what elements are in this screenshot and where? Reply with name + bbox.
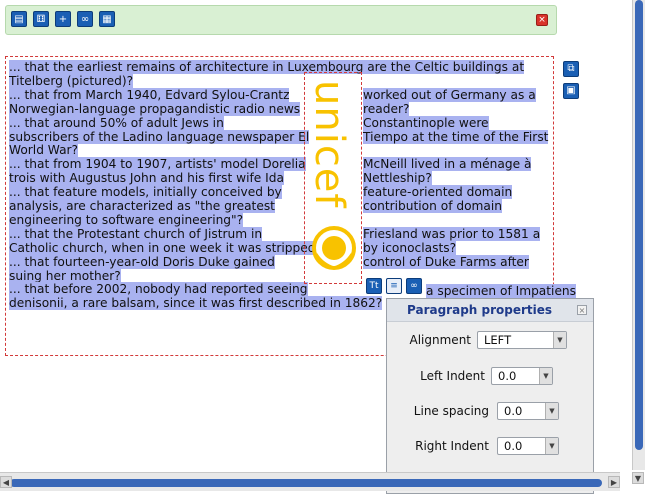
editor-line: Titelberg (pictured)?: [9, 73, 134, 88]
editor-line: ... that from March 1940, Edvard Sylou-C…: [9, 87, 290, 102]
alignment-select[interactable]: LEFT ▼: [477, 331, 567, 349]
editor-line: denisonii, a rare balsam, since it was f…: [9, 296, 383, 311]
dropdown-arrow-icon: ▼: [539, 368, 552, 384]
dice-icon[interactable]: ⚅: [33, 11, 49, 27]
scroll-left-arrow-icon[interactable]: ◀: [0, 476, 12, 488]
link-icon[interactable]: ∞: [77, 11, 93, 27]
text-style-button[interactable]: Tt: [366, 278, 382, 294]
editor-line: contribution of domain: [363, 199, 503, 213]
editor-line: ... that the Protestant church of Jistru…: [9, 226, 263, 241]
editor-line: Tiempo at the time of the First: [363, 129, 549, 144]
line-spacing-select[interactable]: 0.0 ▼: [497, 402, 559, 420]
line-spacing-label: Line spacing: [413, 404, 489, 418]
editor-line: Nettleship?: [363, 171, 432, 186]
editor-line: engineering to software engineering"?: [9, 212, 244, 227]
dropdown-arrow-icon: ▼: [545, 438, 558, 454]
left-indent-select[interactable]: 0.0 ▼: [491, 367, 553, 385]
copy-icon[interactable]: ⧉: [563, 61, 579, 77]
paragraph-button[interactable]: ≡: [386, 278, 402, 294]
left-indent-label: Left Indent: [420, 369, 485, 383]
dropdown-arrow-icon: ▼: [553, 332, 566, 348]
editor-line: trois with Augustus John and his first w…: [9, 171, 284, 186]
top-toolbar: ▤ ⚅ + ∞ ▦ ×: [5, 5, 557, 35]
horizontal-scroll-thumb[interactable]: [10, 479, 602, 487]
unicef-logo: unicef: [306, 80, 352, 209]
paragraph-properties-panel: Paragraph properties × Alignment LEFT ▼ …: [386, 298, 594, 494]
editor-line: ... that fourteen-year-old Doris Duke ga…: [9, 254, 275, 269]
vertical-scrollbar[interactable]: [632, 0, 645, 470]
editor-line: reader?: [363, 101, 410, 116]
editor-line: ... that before 2002, nobody had reporte…: [9, 282, 308, 297]
table-icon[interactable]: ▦: [99, 11, 115, 27]
panel-close-icon[interactable]: ×: [577, 305, 587, 315]
editor-line: ... that from 1904 to 1907, artists' mod…: [9, 157, 306, 172]
close-icon[interactable]: ×: [536, 14, 548, 26]
editor-line: ... that the earliest remains of archite…: [9, 60, 525, 74]
dropdown-arrow-icon: ▼: [545, 403, 558, 419]
editor-line: ... that around 50% of adult Jews in: [9, 115, 224, 130]
panel-title: Paragraph properties: [387, 299, 593, 322]
link-button[interactable]: ∞: [406, 278, 422, 294]
editor-line: Friesland was prior to 1581 a: [363, 226, 541, 241]
editor-line: Constantinople were: [363, 115, 489, 130]
scroll-down-arrow-icon[interactable]: ▼: [632, 472, 644, 484]
editor-line: Catholic church, when in one week it was…: [9, 240, 316, 255]
right-indent-label: Right Indent: [415, 439, 489, 453]
editor-line: subscribers of the Ladino language newsp…: [9, 129, 310, 144]
right-indent-select[interactable]: 0.0 ▼: [497, 437, 559, 455]
editor-line: ... that feature models, initially conce…: [9, 185, 282, 200]
editor-line: feature-oriented domain: [363, 185, 513, 200]
editor-line: suing her mother?: [9, 268, 121, 283]
alignment-label: Alignment: [409, 333, 471, 347]
paste-icon[interactable]: ▣: [563, 83, 579, 99]
new-document-icon[interactable]: ▤: [11, 11, 27, 27]
editor-line: analysis, are characterized as "the grea…: [9, 199, 275, 213]
add-icon[interactable]: +: [55, 11, 71, 27]
editor-line: World War?: [9, 143, 79, 158]
impatiens-tail-text: a specimen of Impatiens: [426, 284, 577, 298]
unicef-emblem-icon: [312, 226, 356, 270]
editor-line: McNeill lived in a ménage à: [363, 157, 532, 172]
editor-line: by iconoclasts?: [363, 240, 457, 255]
editor-line: worked out of Germany as a: [363, 87, 536, 102]
horizontal-scrollbar[interactable]: [0, 472, 620, 491]
scroll-right-arrow-icon[interactable]: ▶: [608, 476, 620, 488]
editor-line: control of Duke Farms after: [363, 254, 529, 269]
vertical-scroll-thumb[interactable]: [635, 0, 643, 450]
editor-line: Norwegian-language propagandistic radio …: [9, 101, 301, 116]
